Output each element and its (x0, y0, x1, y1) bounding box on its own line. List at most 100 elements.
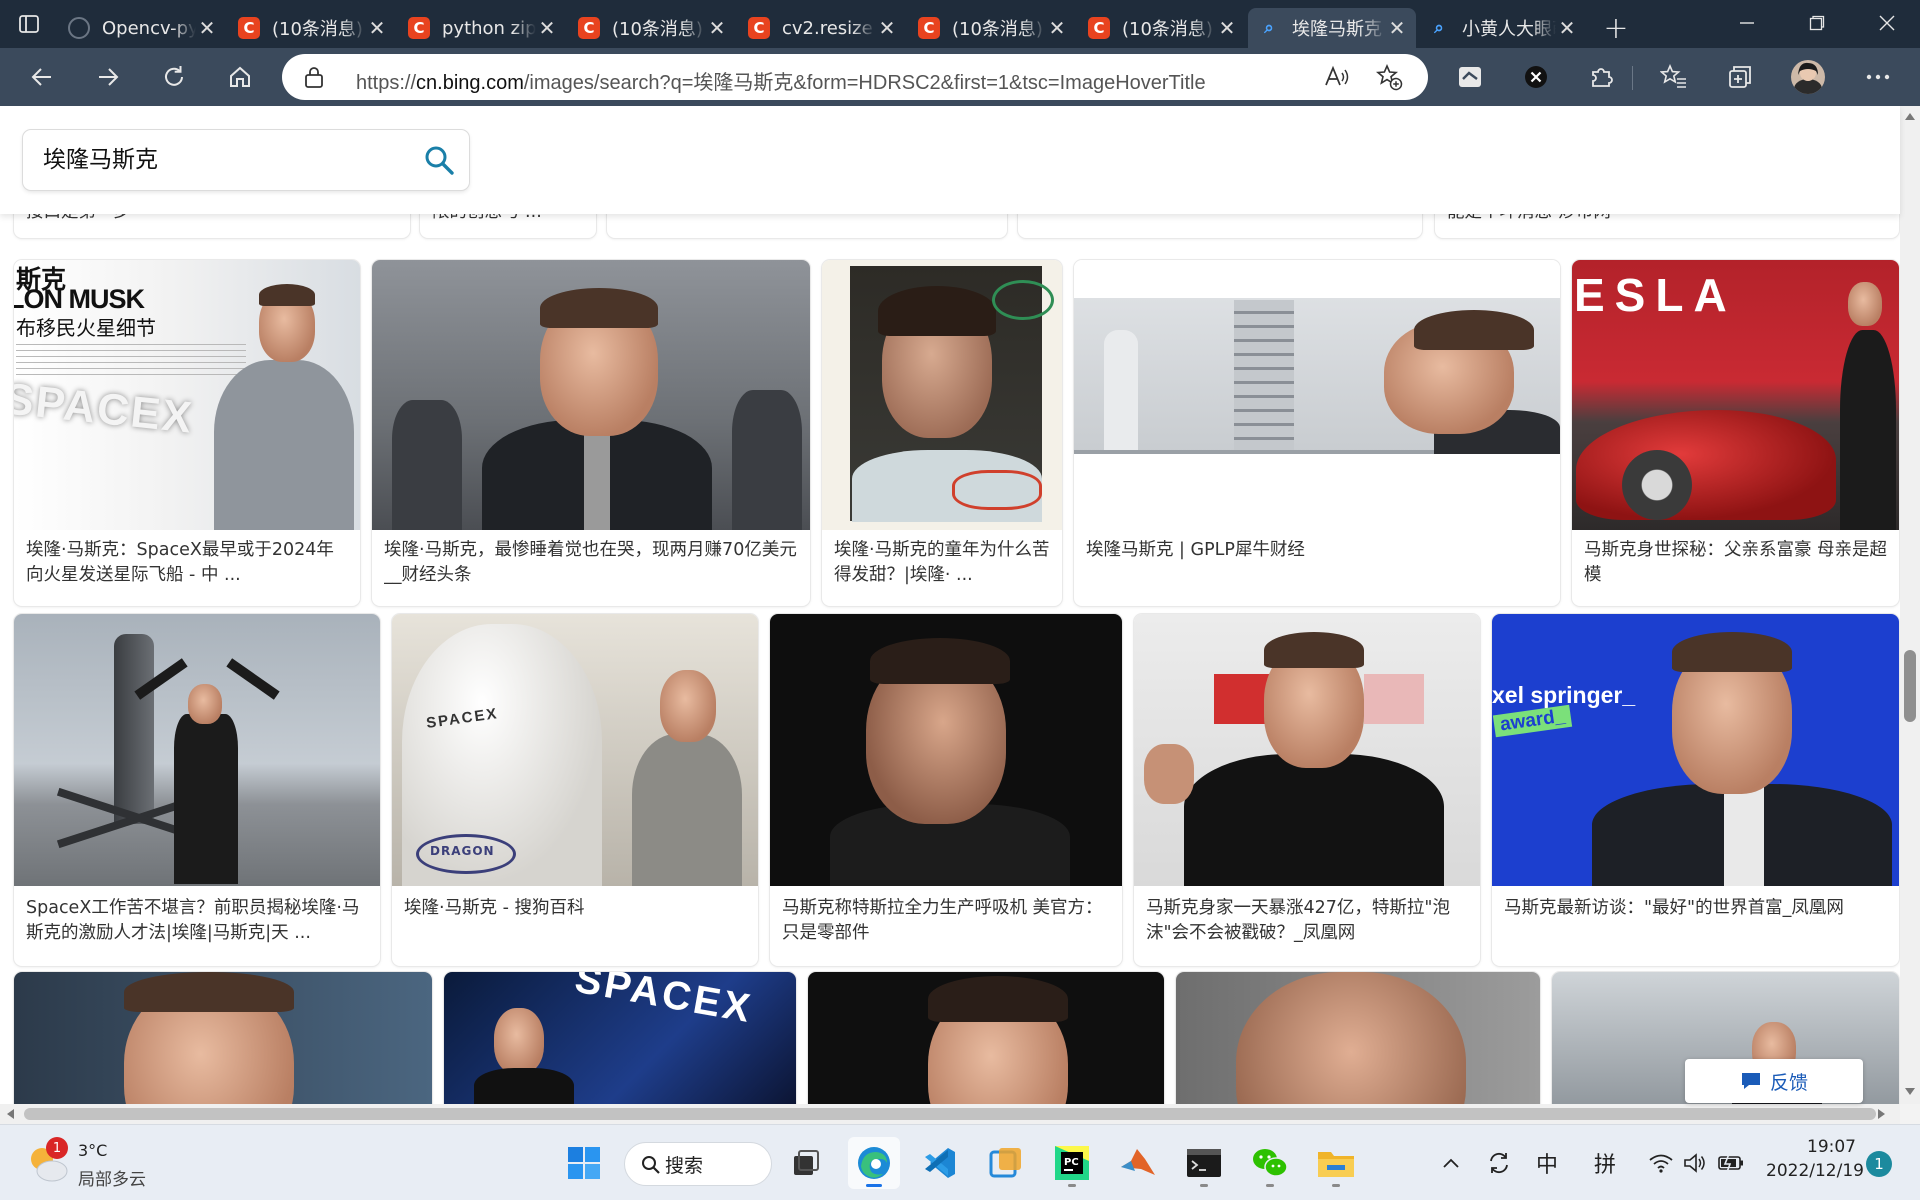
browser-tab[interactable]: Opencv-python✕ (58, 8, 226, 48)
browser-tab[interactable]: ⌕ 小黄人大眼萌✕ (1418, 8, 1586, 48)
result-caption[interactable]: 埃隆马斯克 | GPLP犀牛财经 (1086, 538, 1550, 590)
wifi-tray-icon[interactable] (1646, 1125, 1676, 1200)
extensions-button[interactable] (1582, 57, 1622, 97)
collections-button[interactable] (1720, 57, 1760, 97)
image-result-card[interactable]: ESLA 马斯克身世探秘：父亲系富豪 母亲是超模 (1572, 260, 1899, 606)
result-thumbnail[interactable] (372, 260, 810, 530)
browser-tab[interactable]: C (10条消息) 博客✕ (568, 8, 736, 48)
result-caption[interactable]: 埃隆·马斯克，最惨睡着觉也在哭，现两月赚70亿美元__财经头条 (384, 538, 800, 590)
result-caption[interactable]: 马斯克身家一天暴涨427亿，特斯拉"泡沫"会不会被戳破？_凤凰网 (1146, 896, 1470, 948)
result-thumbnail[interactable] (822, 260, 1062, 530)
minimize-button[interactable] (1712, 0, 1782, 46)
result-thumbnail[interactable] (1074, 260, 1560, 492)
taskbar-edge[interactable] (848, 1137, 900, 1189)
ime-mode-indicator[interactable]: 拼 (1588, 1125, 1622, 1200)
result-caption[interactable]: 马斯克最新访谈："最好"的世界首富_凤凰网 (1504, 896, 1889, 948)
image-result-card[interactable]: SPACEX (444, 972, 796, 1104)
scrollbar-thumb[interactable] (24, 1108, 1876, 1120)
image-result-card[interactable]: xel springer_ award_ 马斯克最新访谈："最好"的世界首富_凤… (1492, 614, 1899, 966)
result-thumbnail[interactable]: xel springer_ award_ (1492, 614, 1899, 886)
result-thumbnail[interactable] (14, 972, 432, 1104)
result-thumbnail[interactable] (770, 614, 1122, 886)
browser-tab[interactable]: C (10条消息) 博客✕ (1078, 8, 1246, 48)
taskbar-vscode[interactable] (914, 1137, 966, 1189)
image-result-card[interactable] (14, 972, 432, 1104)
result-caption[interactable]: 埃隆·马斯克 - 搜狗百科 (404, 896, 748, 948)
feedback-button[interactable]: 反馈 (1685, 1059, 1863, 1103)
close-tab-icon[interactable]: ✕ (366, 16, 388, 40)
task-view-button[interactable] (780, 1137, 832, 1189)
image-result-card[interactable] (1176, 972, 1540, 1104)
start-button[interactable] (558, 1137, 610, 1189)
browser-tab[interactable]: C (10条消息) 博客✕ (228, 8, 396, 48)
result-caption[interactable]: 马斯克身世探秘：父亲系富豪 母亲是超模 (1584, 538, 1889, 590)
image-result-card[interactable]: 斯克 LON MUSK 布移民火星细节 SPACEX 埃隆·马斯克：SpaceX… (14, 260, 360, 606)
result-caption[interactable]: 埃隆·马斯克的童年为什么苦得发甜？|埃隆· ... (834, 538, 1052, 590)
result-thumbnail[interactable] (1134, 614, 1480, 886)
favorites-button[interactable] (1654, 57, 1694, 97)
result-thumbnail[interactable] (808, 972, 1164, 1104)
image-result-card[interactable]: SpaceX工作苦不堪言？前职员揭秘埃隆·马斯克的激励人才法|埃隆|马斯克|天 … (14, 614, 380, 966)
result-caption[interactable]: SpaceX工作苦不堪言？前职员揭秘埃隆·马斯克的激励人才法|埃隆|马斯克|天 … (26, 896, 370, 948)
vertical-scrollbar[interactable] (1900, 106, 1920, 1104)
image-result-card[interactable]: 马斯克身家一天暴涨427亿，特斯拉"泡沫"会不会被戳破？_凤凰网 (1134, 614, 1480, 966)
notification-center-badge[interactable]: 1 (1866, 1151, 1892, 1177)
browser-tab[interactable]: Ccv2.resize ✕ (738, 8, 906, 48)
scroll-down-icon[interactable] (1905, 1088, 1915, 1096)
image-result-card[interactable] (808, 972, 1164, 1104)
refresh-button[interactable] (154, 57, 194, 97)
browser-tab[interactable]: Cpython zip ✕ (398, 8, 566, 48)
image-result-card[interactable]: 埃隆·马斯克，最惨睡着觉也在哭，现两月赚70亿美元__财经头条 (372, 260, 810, 606)
ime-language-indicator[interactable]: 中 (1530, 1125, 1564, 1200)
show-hidden-icons-button[interactable] (1436, 1125, 1466, 1200)
home-button[interactable] (220, 57, 260, 97)
url-text[interactable]: https://cn.bing.com/images/search?q=埃隆马斯… (356, 66, 1206, 95)
image-result-card[interactable]: 马斯克称特斯拉全力生产呼吸机 美官方：只是零部件 (770, 614, 1122, 966)
forward-button[interactable] (88, 57, 128, 97)
taskbar-search[interactable]: 搜索 (624, 1142, 772, 1186)
extension-button-2[interactable] (1516, 57, 1556, 97)
browser-tab[interactable]: C (10条消息) 博客✕ (908, 8, 1076, 48)
browser-tab[interactable]: ⌕ 埃隆马斯克 ✕ (1248, 8, 1416, 48)
address-bar[interactable]: https://cn.bing.com/images/search?q=埃隆马斯… (282, 54, 1428, 100)
scroll-right-icon[interactable] (1878, 1109, 1886, 1119)
read-aloud-button[interactable] (1322, 62, 1352, 92)
close-tab-icon[interactable]: ✕ (1216, 16, 1238, 40)
new-tab-button[interactable]: + (1592, 8, 1640, 48)
taskbar-wechat[interactable] (1244, 1137, 1296, 1189)
tab-actions-button[interactable] (0, 0, 58, 48)
search-box[interactable] (23, 130, 469, 190)
result-thumbnail[interactable]: 斯克 LON MUSK 布移民火星细节 SPACEX (14, 260, 360, 530)
restore-button[interactable] (1782, 0, 1852, 46)
close-tab-icon[interactable]: ✕ (876, 16, 898, 40)
scrollbar-thumb[interactable] (1904, 650, 1916, 722)
result-thumbnail[interactable]: SPACEX (444, 972, 796, 1104)
image-result-card[interactable]: SPACEX DRAGON 埃隆·马斯克 - 搜狗百科 (392, 614, 758, 966)
search-input[interactable] (43, 144, 403, 170)
scroll-left-icon[interactable] (6, 1109, 14, 1119)
add-favorite-button[interactable] (1374, 62, 1404, 92)
volume-tray-icon[interactable] (1680, 1125, 1710, 1200)
close-tab-icon[interactable]: ✕ (196, 16, 218, 40)
result-thumbnail[interactable] (14, 614, 380, 886)
image-result-card[interactable]: 埃隆·马斯克的童年为什么苦得发甜？|埃隆· ... (822, 260, 1062, 606)
result-caption[interactable]: 埃隆·马斯克：SpaceX最早或于2024年向火星发送星际飞船 - 中 ... (26, 538, 350, 590)
search-icon[interactable] (423, 144, 455, 176)
clock[interactable]: 19:07 2022/12/19 (1766, 1133, 1864, 1193)
taskbar-matlab[interactable] (1112, 1137, 1164, 1189)
scroll-up-icon[interactable] (1905, 112, 1915, 120)
weather-widget[interactable]: 1 3°C 局部多云 (22, 1135, 212, 1191)
close-tab-icon[interactable]: ✕ (536, 16, 558, 40)
close-tab-icon[interactable]: ✕ (1386, 16, 1408, 40)
settings-menu-button[interactable] (1858, 57, 1898, 97)
result-thumbnail[interactable] (1176, 972, 1540, 1104)
back-button[interactable] (22, 57, 62, 97)
result-thumbnail[interactable]: ESLA (1572, 260, 1899, 530)
close-tab-icon[interactable]: ✕ (1556, 16, 1578, 40)
extension-button-1[interactable] (1450, 57, 1490, 97)
profile-button[interactable] (1788, 57, 1828, 97)
close-tab-icon[interactable]: ✕ (706, 16, 728, 40)
taskbar-file-explorer[interactable] (1310, 1137, 1362, 1189)
taskbar-terminal[interactable] (1178, 1137, 1230, 1189)
result-caption[interactable]: 马斯克称特斯拉全力生产呼吸机 美官方：只是零部件 (782, 896, 1112, 948)
